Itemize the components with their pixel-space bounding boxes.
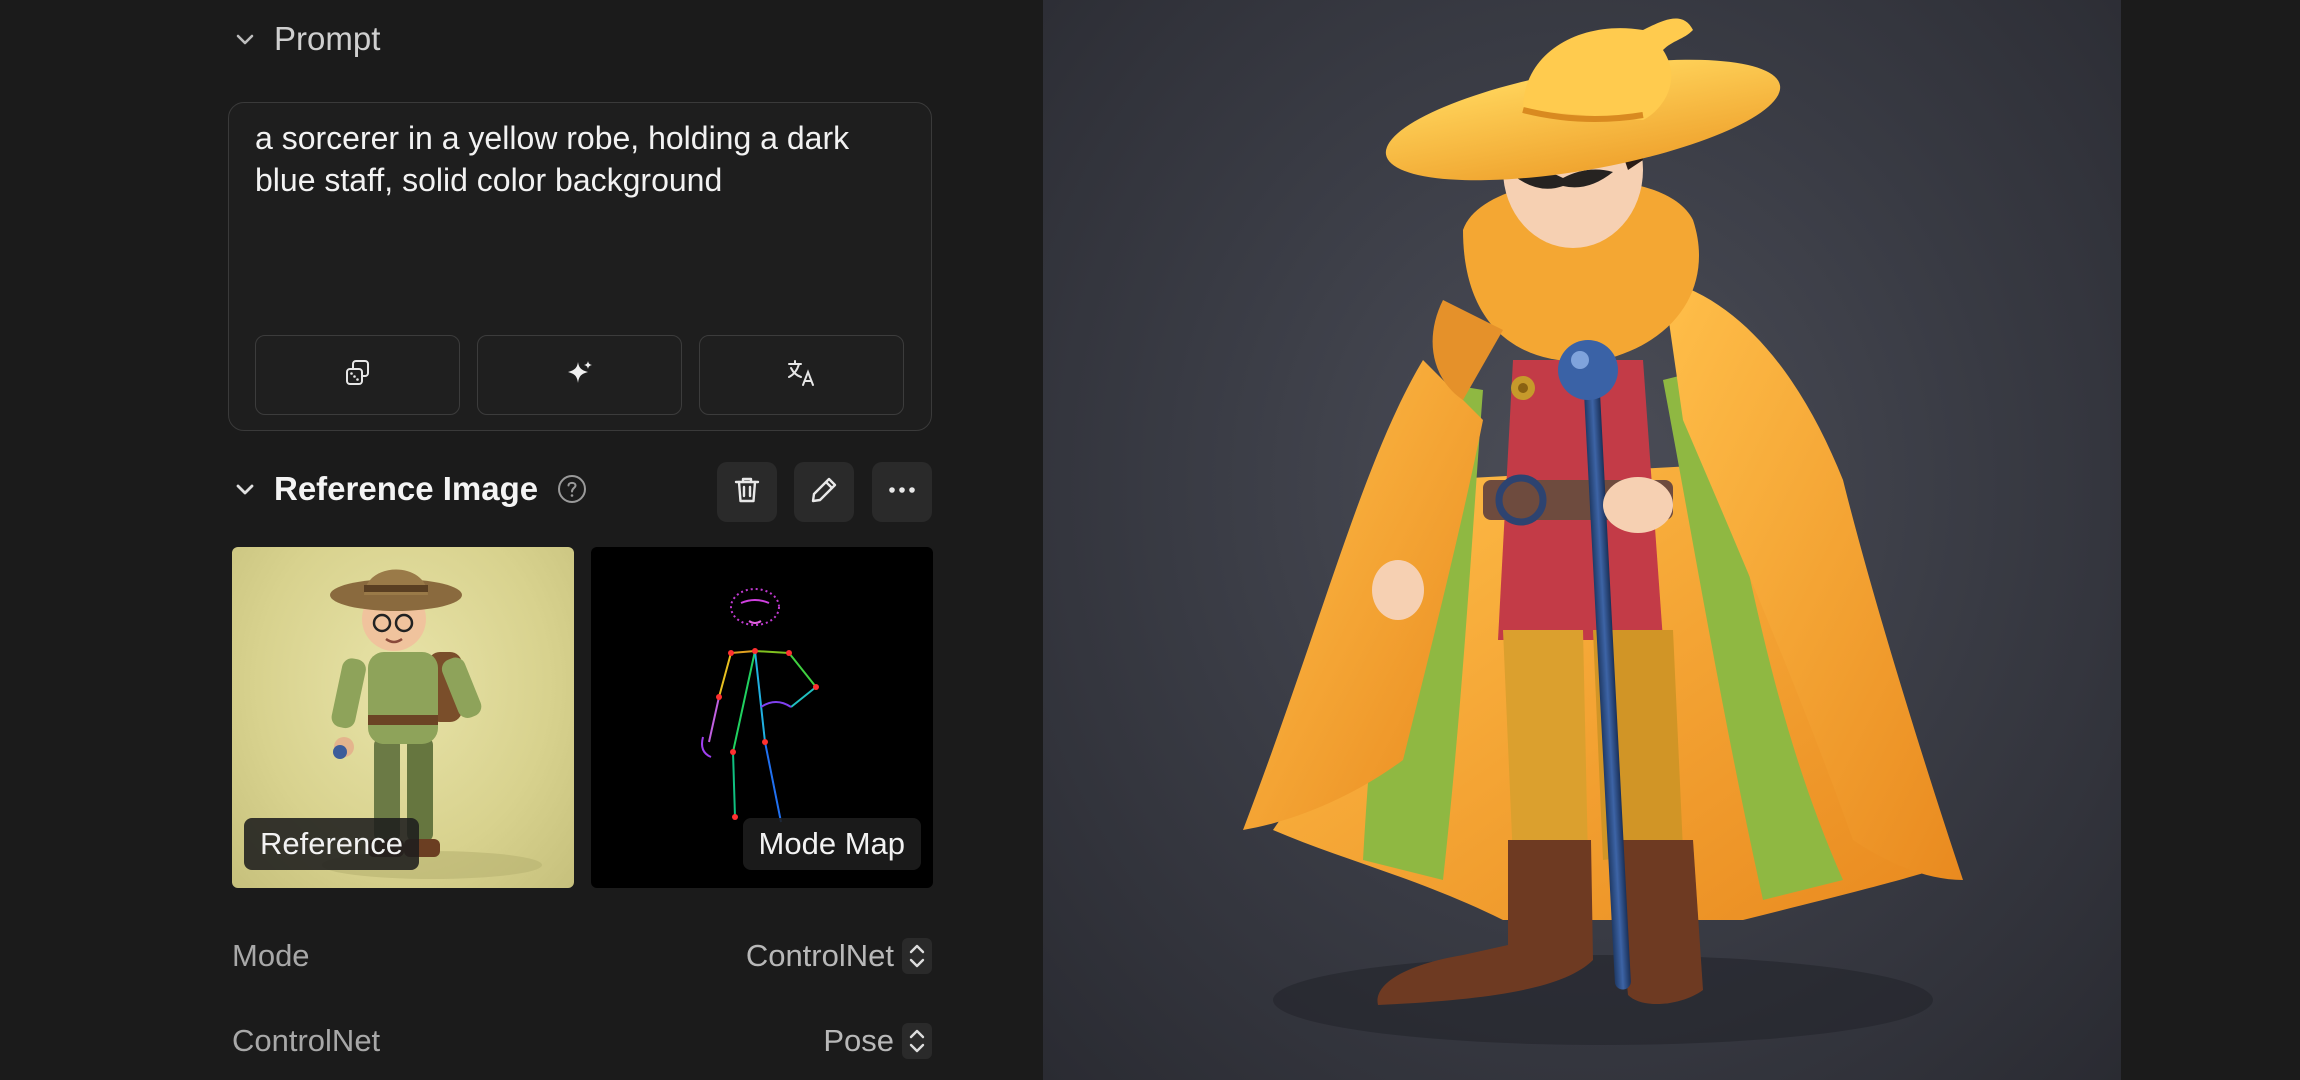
mode-map-thumbnail[interactable]: Mode Map	[591, 547, 933, 888]
controlnet-row: ControlNet Pose	[232, 1018, 932, 1064]
sorcerer-figure-image	[1243, 18, 1963, 1045]
prompt-textarea[interactable]: a sorcerer in a yellow robe, holding a d…	[255, 117, 915, 201]
chevron-down-icon[interactable]	[232, 26, 258, 52]
trash-icon	[731, 474, 763, 511]
prompt-section-header[interactable]: Prompt	[232, 20, 380, 58]
edit-button[interactable]	[794, 462, 854, 522]
updown-chevron-icon	[902, 938, 932, 974]
mode-map-label: Mode Map	[742, 818, 921, 870]
controlnet-value: Pose	[823, 1023, 894, 1058]
mode-row: Mode ControlNet	[232, 933, 932, 979]
pencil-icon	[808, 474, 840, 511]
delete-button[interactable]	[717, 462, 777, 522]
mode-select[interactable]: ControlNet	[746, 938, 932, 974]
controlnet-select[interactable]: Pose	[823, 1023, 932, 1059]
random-prompt-button[interactable]	[255, 335, 460, 415]
more-icon	[886, 474, 918, 511]
translate-icon	[786, 358, 818, 393]
controlnet-label: ControlNet	[232, 1023, 381, 1058]
reference-thumbnail[interactable]: Reference	[232, 547, 574, 888]
right-margin	[2121, 0, 2300, 1080]
reference-section-header[interactable]: Reference Image	[232, 470, 588, 508]
more-button[interactable]	[872, 462, 932, 522]
help-icon[interactable]	[556, 473, 588, 505]
left-panel: Prompt a sorcerer in a yellow robe, hold…	[0, 0, 1043, 1080]
mode-label: Mode	[232, 938, 310, 973]
generated-image-canvas[interactable]	[1043, 0, 2121, 1080]
reference-label: Reference	[244, 818, 420, 870]
reference-section-title: Reference Image	[274, 470, 539, 507]
prompt-section-title: Prompt	[274, 20, 381, 57]
chevron-down-icon[interactable]	[232, 476, 258, 502]
prompt-box: a sorcerer in a yellow robe, holding a d…	[228, 102, 932, 431]
translate-button[interactable]	[699, 335, 904, 415]
mode-value: ControlNet	[745, 938, 894, 973]
dice-icon	[343, 358, 373, 393]
enhance-prompt-button[interactable]	[477, 335, 682, 415]
sparkle-icon	[565, 358, 595, 393]
updown-chevron-icon	[902, 1023, 932, 1059]
